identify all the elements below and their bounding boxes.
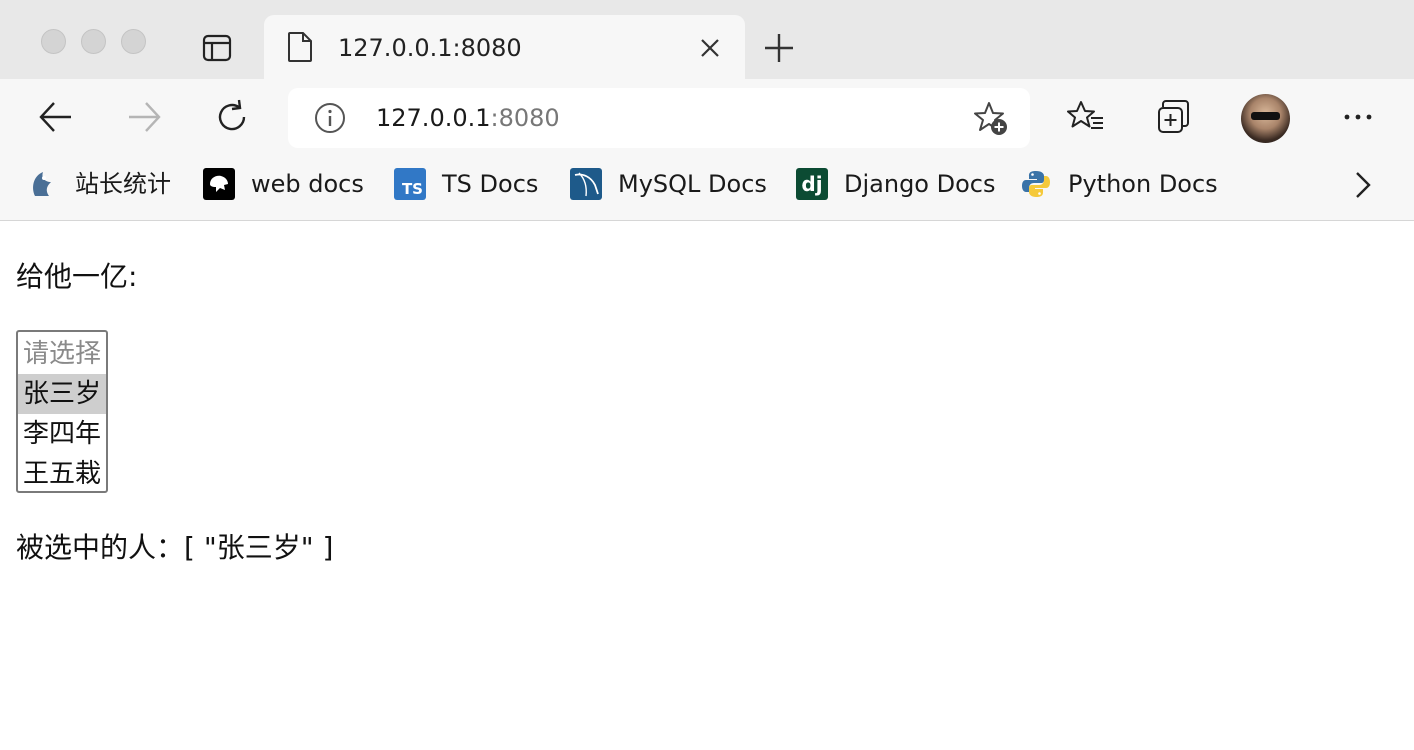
django-icon-text: dj [801,172,823,196]
reload-button[interactable] [213,98,251,136]
close-window-button[interactable] [41,29,66,54]
typescript-icon: TS [394,168,426,200]
back-button[interactable] [37,98,75,136]
option-lisinian[interactable]: 李四年 [18,414,106,454]
selected-result: 被选中的人：[ "张三岁" ] [16,530,333,566]
zhanzhang-icon [27,168,59,200]
select-label: 给他一亿: [16,260,138,293]
active-tab[interactable]: 127.0.0.1:8080 [264,15,745,81]
collections-button[interactable] [1155,98,1193,136]
url-text[interactable]: 127.0.0.1:8080 [376,102,560,134]
mdn-icon [203,168,235,200]
navigation-toolbar: 127.0.0.1:8080 [0,79,1414,155]
bookmark-label: TS Docs [442,170,539,198]
mysql-icon [570,168,602,200]
minimize-window-button[interactable] [81,29,106,54]
tab-strip: 127.0.0.1:8080 [0,0,1414,81]
url-host: 127.0.0.1 [376,104,491,132]
zoom-window-button[interactable] [121,29,146,54]
collections-icon [1158,100,1189,133]
option-placeholder[interactable]: 请选择 [18,334,106,374]
favorites-list-icon [1067,101,1103,129]
selected-value: [ "张三岁" ] [184,531,334,564]
bookmarks-bar: 站长统计 web docs TS TS Docs MySQL Docs dj D… [0,155,1414,221]
tab-title: 127.0.0.1:8080 [338,34,522,62]
selected-prefix: 被选中的人： [16,531,185,564]
refresh-icon [218,99,246,131]
bookmark-zhanzhang[interactable]: 站长统计 [27,167,171,201]
arrow-left-icon [39,102,71,132]
django-icon: dj [796,168,828,200]
person-listbox[interactable]: 请选择 张三岁 李四年 王五栽 [16,330,108,493]
page-icon [286,31,314,63]
arrow-right-icon [129,102,161,132]
more-horizontal-icon [1344,114,1372,120]
profile-avatar[interactable] [1241,94,1290,143]
tab-actions-icon[interactable] [201,32,233,64]
url-port: :8080 [490,104,560,132]
bookmark-python-docs[interactable]: Python Docs [1020,167,1218,201]
bookmark-web-docs[interactable]: web docs [203,167,364,201]
bookmark-label: MySQL Docs [618,170,767,198]
close-tab-icon[interactable] [698,36,722,60]
more-menu-button[interactable] [1339,98,1377,136]
avatar-glasses [1251,112,1280,120]
bookmark-ts-docs[interactable]: TS TS Docs [394,167,538,201]
option-zhangsansui[interactable]: 张三岁 [18,374,106,414]
bookmark-mysql-docs[interactable]: MySQL Docs [570,167,767,201]
bookmark-label: web docs [251,170,364,198]
page-content: 给他一亿: 请选择 张三岁 李四年 王五栽 被选中的人：[ "张三岁" ] [0,222,1414,750]
info-icon[interactable] [314,102,346,134]
bookmark-django-docs[interactable]: dj Django Docs [796,167,995,201]
bookmark-label: Python Docs [1068,170,1218,198]
add-favorite-icon[interactable] [972,100,1008,136]
address-bar[interactable]: 127.0.0.1:8080 [288,88,1030,148]
favorites-button[interactable] [1067,98,1105,136]
typescript-icon-text: TS [401,180,423,198]
bookmark-label: 站长统计 [75,170,171,198]
new-tab-icon[interactable] [762,31,796,65]
chevron-right-icon[interactable] [1350,170,1376,200]
option-wangwuzai[interactable]: 王五栽 [18,454,106,494]
python-icon [1020,168,1052,200]
bookmark-label: Django Docs [844,170,996,198]
forward-button[interactable] [125,98,163,136]
